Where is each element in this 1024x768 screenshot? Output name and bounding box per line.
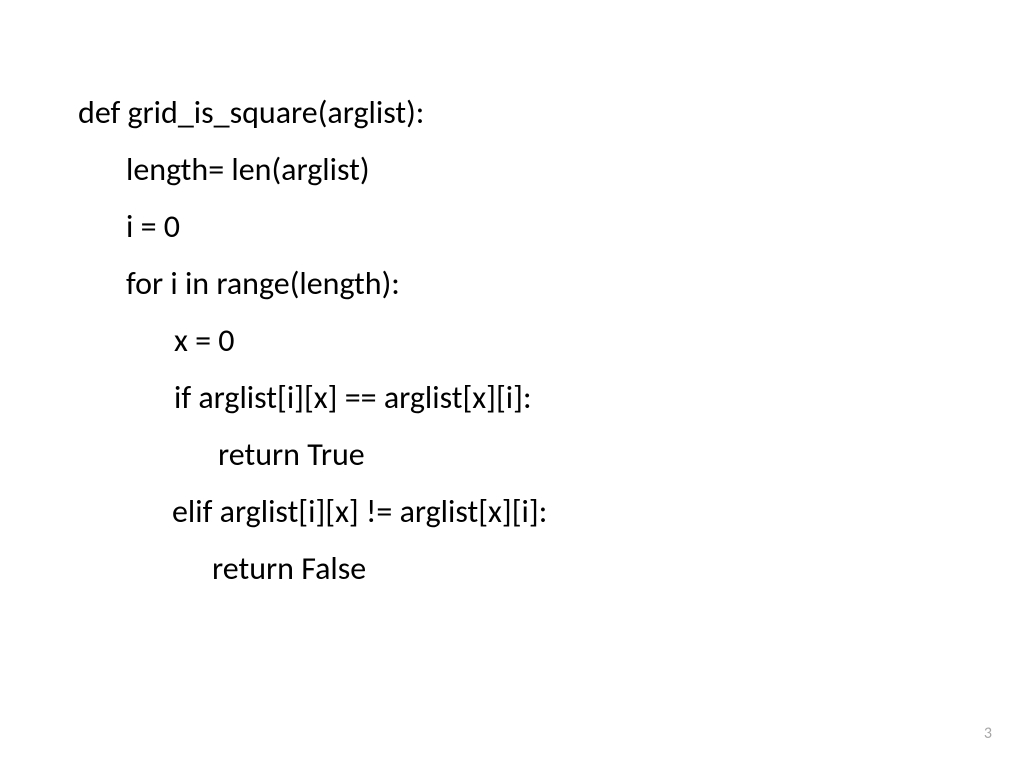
code-line-4: for i in range(length):	[78, 256, 1024, 313]
slide-content: def grid_is_square(arglist): length= len…	[0, 0, 1024, 598]
code-line-1: def grid_is_square(arglist):	[78, 85, 1024, 142]
code-line-9: return False	[78, 541, 1024, 598]
code-line-6: if arglist[i][x] == arglist[x][i]:	[78, 370, 1024, 427]
code-line-2: length= len(arglist)	[78, 142, 1024, 199]
code-line-7: return True	[78, 427, 1024, 484]
page-number: 3	[984, 724, 992, 743]
code-line-3: i = 0	[78, 199, 1024, 256]
code-line-8: elif arglist[i][x] != arglist[x][i]:	[78, 484, 1024, 541]
code-line-5: x = 0	[78, 313, 1024, 370]
